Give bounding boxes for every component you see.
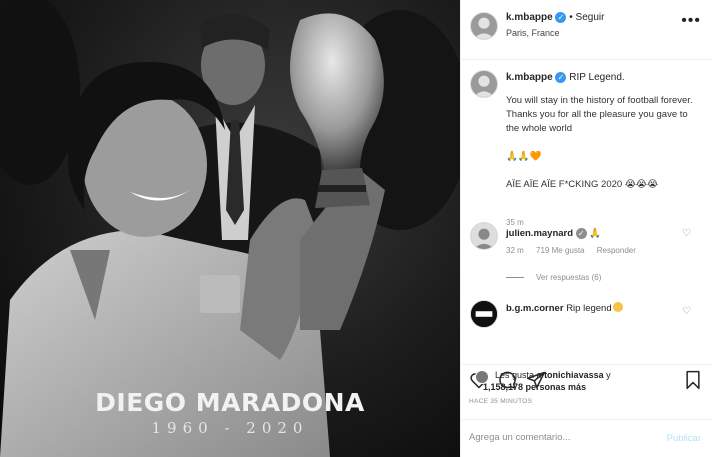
caption-emojis-2: 😭😭😭	[624, 179, 659, 190]
comment-like-heart-icon[interactable]: ♡	[682, 228, 691, 239]
caption-username[interactable]: k.mbappe	[506, 72, 553, 83]
reply-button[interactable]: Responder	[597, 246, 636, 255]
likes-prefix: Les gusta a	[495, 370, 542, 380]
post-location[interactable]: Paris, France	[506, 28, 560, 38]
view-replies-label: Ver respuestas (6)	[536, 273, 602, 282]
post-image-years: 1960 - 2020	[151, 419, 309, 437]
commenter-avatar[interactable]	[470, 222, 498, 250]
verified-badge-icon: ✓	[555, 72, 567, 83]
caption-emojis: 🙏🙏🧡	[506, 151, 542, 162]
caption-avatar[interactable]	[470, 70, 498, 98]
post-header: k.mbappe ✓ • Seguir Paris, France •••	[461, 0, 712, 60]
bookmark-icon[interactable]	[683, 370, 703, 390]
post-image-title: DIEGO MARADONA	[95, 388, 365, 417]
emoji-icon	[612, 302, 623, 312]
publish-button[interactable]: Publicar	[667, 433, 701, 444]
caption-body: You will stay in the history of football…	[506, 94, 701, 192]
caption-line2: AÏE AÏE AÏE F*CKING 2020	[506, 179, 623, 190]
likes-count[interactable]: 1,158,178 personas más	[483, 382, 586, 392]
author-avatar[interactable]	[470, 12, 498, 40]
post-timestamp[interactable]: HACE 35 MINUTOS	[469, 398, 532, 405]
caption-timestamp: 35 m	[506, 218, 524, 227]
more-dots-icon[interactable]: •••	[681, 12, 701, 30]
verified-badge-icon: ✓	[575, 228, 587, 239]
post-side-panel: k.mbappe ✓ • Seguir Paris, France ••• k.…	[460, 0, 712, 457]
commenter-username[interactable]: julien.maynard	[506, 228, 573, 239]
post-image[interactable]: DIEGO MARADONA 1960 - 2020	[0, 0, 460, 457]
comments-list: k.mbappe ✓ RIP Legend. You will stay in …	[461, 60, 712, 364]
caption-headline: RIP Legend.	[569, 72, 625, 83]
comment-time: 32 m	[506, 246, 524, 255]
likes-suffix: y	[606, 370, 611, 380]
commenter-avatar[interactable]	[470, 300, 498, 328]
author-username[interactable]: k.mbappe	[506, 12, 553, 23]
view-replies-button[interactable]: Ver respuestas (6)	[506, 273, 601, 282]
replies-line	[506, 277, 524, 279]
comment-text: 🙏	[589, 228, 602, 239]
liker-username[interactable]: tonichiavassa	[544, 370, 604, 380]
comment-like-heart-icon[interactable]: ♡	[682, 306, 691, 317]
comment-input[interactable]	[469, 432, 649, 443]
comment-likes[interactable]: 719 Me gusta	[536, 246, 584, 255]
verified-badge-icon: ✓	[555, 12, 567, 23]
caption-text: You will stay in the history of football…	[506, 95, 693, 134]
add-comment-bar: Publicar	[461, 419, 712, 457]
commenter-username[interactable]: b.g.m.corner	[506, 303, 564, 314]
comment-text: Rip legend	[566, 303, 612, 314]
follow-button[interactable]: Seguir	[576, 12, 605, 23]
